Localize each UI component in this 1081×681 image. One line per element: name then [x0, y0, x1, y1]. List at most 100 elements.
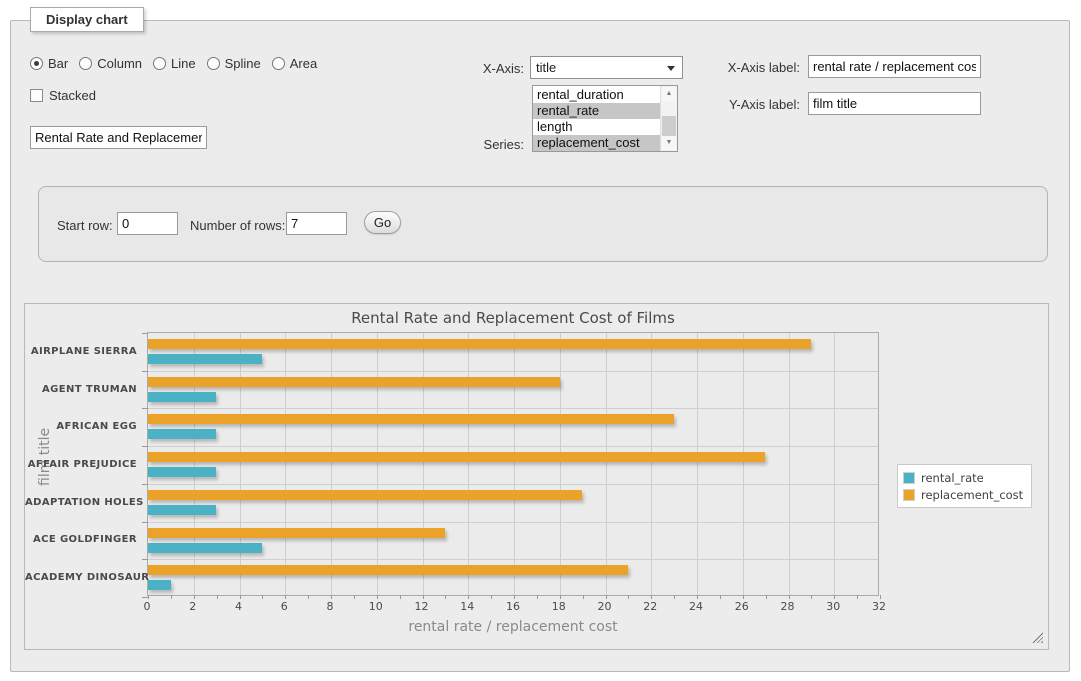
stacked-checkbox-row[interactable]: Stacked [30, 88, 96, 103]
radio-icon[interactable] [153, 57, 166, 70]
series-option-rental_duration[interactable]: rental_duration [533, 87, 660, 103]
x-tick-mark [240, 595, 241, 599]
x-axis-title: rental rate / replacement cost [147, 619, 879, 635]
radio-icon[interactable] [79, 57, 92, 70]
series-option-length[interactable]: length [533, 119, 660, 135]
gridline [743, 333, 744, 595]
x-tick-mark [445, 595, 446, 599]
category-label: AFFAIR PREJUDICE [25, 459, 137, 470]
x-tick-label: 32 [859, 600, 899, 613]
x-axis-select[interactable]: title [530, 56, 683, 79]
y-tick-mark [142, 446, 148, 447]
x-tick-mark [285, 595, 286, 599]
bar-rental_rate [148, 505, 216, 515]
go-button[interactable]: Go [364, 211, 401, 234]
scroll-up-icon[interactable]: ▲ [662, 87, 676, 101]
x-tick-mark [194, 595, 195, 599]
series-listbox[interactable]: rental_durationrental_ratelengthreplacem… [532, 85, 678, 152]
bar-rental_rate [148, 543, 262, 553]
series-options: rental_durationrental_ratelengthreplacem… [533, 87, 660, 151]
x-tick-mark [766, 595, 767, 599]
y-tick-mark [142, 559, 148, 560]
start-row-label: Start row: [57, 218, 113, 233]
stacked-checkbox[interactable] [30, 89, 43, 102]
scroll-down-icon[interactable]: ▼ [662, 136, 676, 150]
series-scrollbar[interactable]: ▲ ▼ [660, 86, 677, 151]
bar-rental_rate [148, 354, 262, 364]
x-tick-label: 30 [813, 600, 853, 613]
radio-icon[interactable] [30, 57, 43, 70]
gridline [606, 333, 607, 595]
x-axis-selected-value: title [536, 60, 556, 75]
y-tick-mark [142, 408, 148, 409]
chart-type-radio-line[interactable]: Line [153, 56, 196, 71]
x-tick-mark [537, 595, 538, 599]
chart-type-group: Bar Column Line Spline Area [30, 56, 317, 71]
radio-label: Spline [225, 56, 261, 71]
chart-type-radio-bar[interactable]: Bar [30, 56, 68, 71]
bar-replacement_cost [148, 565, 628, 575]
x-tick-label: 26 [722, 600, 762, 613]
category-label: ACADEMY DINOSAUR [25, 572, 137, 583]
chart-type-radio-area[interactable]: Area [272, 56, 317, 71]
y-axis-label-input[interactable] [808, 92, 981, 115]
x-tick-mark [606, 595, 607, 599]
fieldset-legend: Display chart [30, 7, 144, 32]
gridline [789, 333, 790, 595]
chart-type-radio-spline[interactable]: Spline [207, 56, 261, 71]
start-row-input[interactable] [117, 212, 178, 235]
chart-container: Rental Rate and Replacement Cost of Film… [24, 303, 1049, 650]
x-tick-mark [491, 595, 492, 599]
x-tick-mark [697, 595, 698, 599]
scrollbar-thumb[interactable] [662, 116, 676, 138]
gridline [514, 333, 515, 595]
y-axis-label-label: Y-Axis label: [700, 97, 800, 112]
series-option-replacement_cost[interactable]: replacement_cost [533, 135, 660, 151]
x-tick-mark [811, 595, 812, 599]
x-tick-mark [217, 595, 218, 599]
x-tick-mark [400, 595, 401, 599]
y-tick-mark [142, 371, 148, 372]
number-of-rows-input[interactable] [286, 212, 347, 235]
chart-type-radio-column[interactable]: Column [79, 56, 142, 71]
x-tick-label: 4 [219, 600, 259, 613]
x-axis-select-label: X-Axis: [440, 61, 524, 76]
x-tick-mark [560, 595, 561, 599]
radio-label: Bar [48, 56, 68, 71]
resize-handle-icon[interactable] [1032, 632, 1043, 643]
x-tick-mark [262, 595, 263, 599]
gridline [423, 333, 424, 595]
x-tick-label: 0 [127, 600, 167, 613]
chart-title-input[interactable] [30, 126, 207, 149]
x-tick-label: 28 [768, 600, 808, 613]
bar-replacement_cost [148, 490, 582, 500]
y-tick-mark [142, 484, 148, 485]
gridline [651, 333, 652, 595]
x-tick-label: 24 [676, 600, 716, 613]
series-option-rental_rate[interactable]: rental_rate [533, 103, 660, 119]
gridline [377, 333, 378, 595]
bar-replacement_cost [148, 414, 674, 424]
y-tick-mark [142, 333, 148, 334]
x-tick-label: 2 [173, 600, 213, 613]
gridline [697, 333, 698, 595]
legend-swatch-icon [903, 472, 915, 484]
radio-icon[interactable] [207, 57, 220, 70]
x-tick-mark [308, 595, 309, 599]
x-tick-labels: 02468101214161820222426283032 [147, 600, 879, 614]
number-of-rows-label: Number of rows: [190, 218, 285, 233]
x-tick-mark [423, 595, 424, 599]
gridline [834, 333, 835, 595]
gridline [240, 333, 241, 595]
category-label: ADAPTATION HOLES [25, 497, 137, 508]
category-label: AGENT TRUMAN [25, 384, 137, 395]
legend-item: rental_rate [903, 469, 1023, 486]
x-tick-label: 12 [402, 600, 442, 613]
x-tick-mark [354, 595, 355, 599]
y-tick-mark [142, 522, 148, 523]
x-axis-label-input[interactable] [808, 55, 981, 78]
radio-label: Column [97, 56, 142, 71]
radio-icon[interactable] [272, 57, 285, 70]
bar-rental_rate [148, 392, 216, 402]
gridline [148, 522, 878, 523]
